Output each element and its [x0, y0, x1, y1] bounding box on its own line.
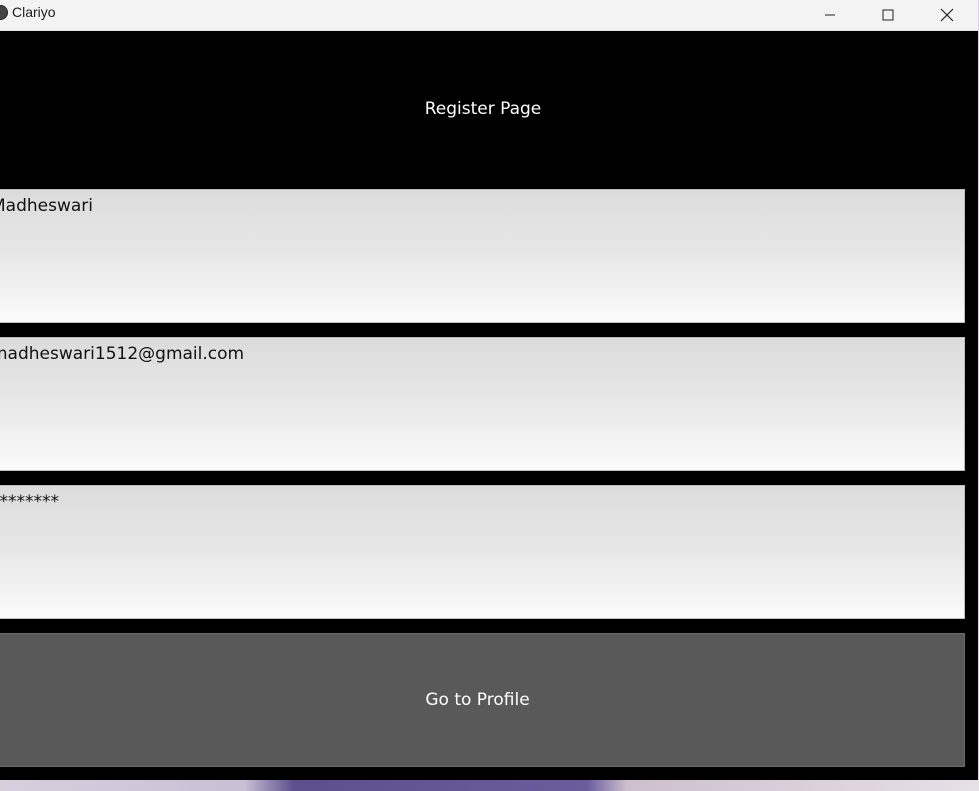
minimize-button[interactable] [801, 0, 859, 30]
maximize-icon [882, 9, 894, 21]
email-field[interactable]: madheswari1512@gmail.com [0, 337, 965, 471]
go-to-profile-button[interactable]: Go to Profile [0, 633, 965, 767]
title-bar[interactable]: Clariyo [0, 0, 978, 31]
password-field-value: ******** [0, 492, 59, 512]
close-button[interactable] [918, 0, 976, 30]
window-title: Clariyo [12, 4, 56, 20]
register-page: Register Page Madheswari madheswari1512@… [0, 31, 966, 780]
app-window: Clariyo Register Page Madheswari madhesw… [0, 0, 978, 780]
password-field[interactable]: ******** [0, 485, 965, 619]
window-border [966, 31, 978, 780]
name-field-value: Madheswari [0, 196, 93, 216]
name-field[interactable]: Madheswari [0, 189, 965, 323]
desktop-background [0, 780, 979, 791]
close-icon [940, 8, 954, 22]
minimize-icon [825, 14, 835, 16]
maximize-button[interactable] [859, 0, 917, 30]
app-icon [0, 5, 8, 20]
page-title: Register Page [424, 99, 542, 119]
email-field-value: madheswari1512@gmail.com [0, 344, 245, 364]
